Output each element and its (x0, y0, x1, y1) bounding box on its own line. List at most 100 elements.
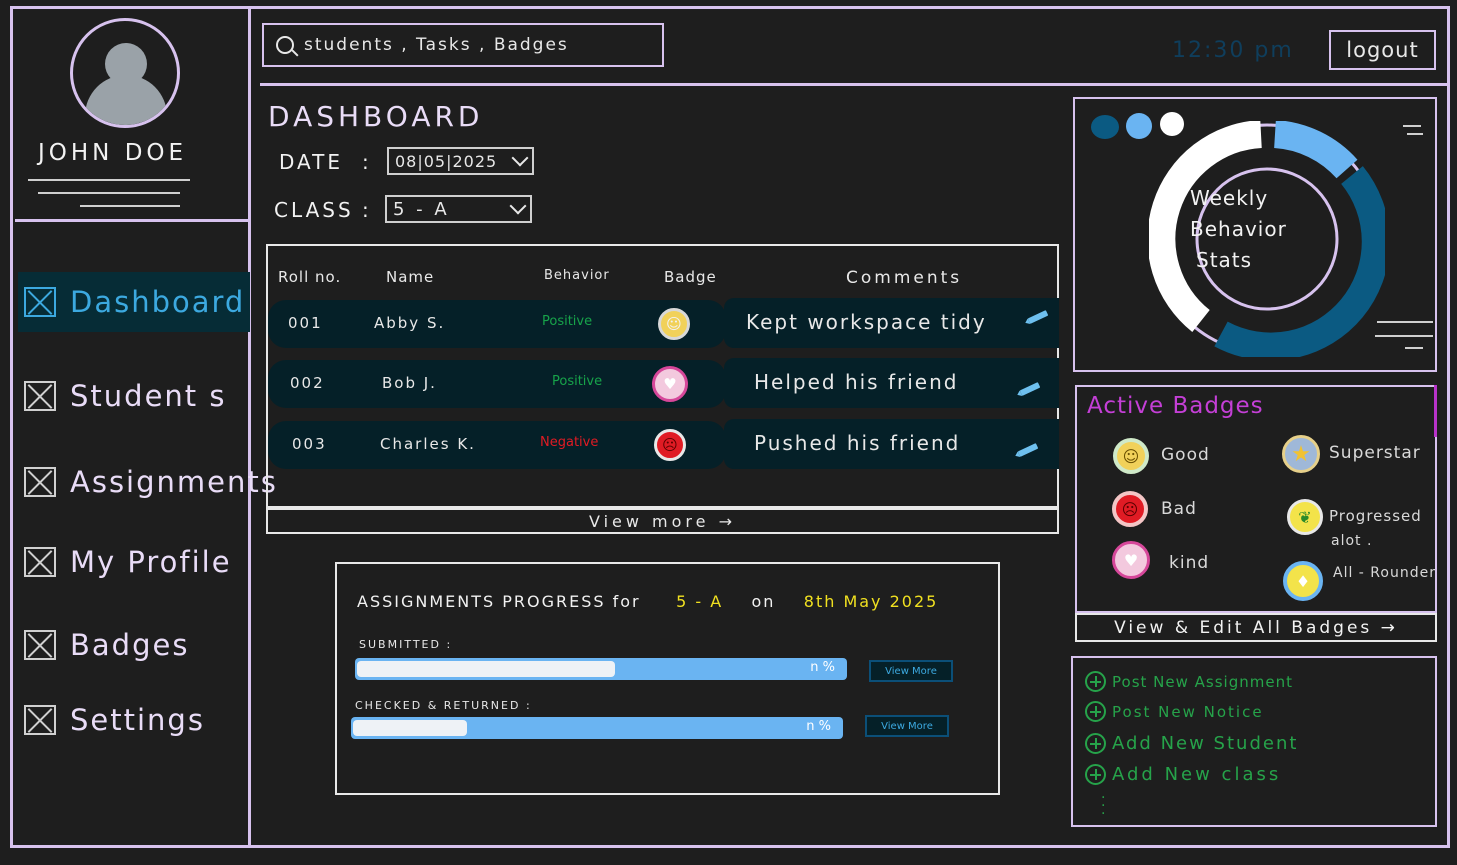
good-badge-icon: ☺ (658, 308, 690, 340)
sidebar-item-label: Badges (70, 628, 190, 662)
returned-percent: n % (806, 719, 831, 734)
more-dots-icon: · · · (1101, 790, 1106, 822)
roll-no: 003 (292, 435, 327, 453)
submitted-view-more-button[interactable]: View More (869, 660, 953, 682)
date-select[interactable]: 08|05|2025 (387, 147, 534, 175)
student-name: Bob J. (382, 374, 437, 392)
submitted-percent: n % (810, 660, 835, 675)
chevron-down-icon (511, 149, 529, 167)
badge-label-all-rounder: All - Rounder (1333, 565, 1436, 581)
logout-button[interactable]: logout (1329, 30, 1436, 70)
progress-title: ASSIGNMENTS PROGRESS for 5 - A on 8th Ma… (357, 592, 938, 611)
user-name: JOHN DOE (38, 140, 188, 166)
kind-badge-icon: ♥ (652, 366, 688, 402)
legend-dot-icon (1091, 115, 1119, 139)
column-header-name: Name (386, 268, 435, 286)
checked-returned-label: CHECKED & RETURNED : (355, 699, 532, 712)
class-colon: : (362, 198, 372, 222)
bad-badge-icon: ☹ (654, 429, 686, 461)
column-header-comments: Comments (846, 268, 963, 288)
page-title: DASHBOARD (268, 100, 484, 133)
behavior-value: Negative (540, 435, 599, 450)
sidebar-item-label: Dashboard (70, 285, 246, 319)
bad-badge-icon[interactable]: ☹ (1112, 491, 1148, 527)
menu-icon[interactable] (1403, 125, 1421, 127)
sidebar-item-assignments[interactable]: Assignments (18, 452, 276, 512)
quick-actions-panel: Post New Assignment Post New Notice Add … (1071, 656, 1437, 827)
column-header-badge: Badge (664, 268, 717, 286)
checkbox-x-icon (24, 705, 56, 735)
column-header-behavior: Behavior (544, 268, 610, 283)
checkbox-x-icon (24, 630, 56, 660)
view-more-button[interactable]: View more → (266, 508, 1059, 534)
sidebar-item-label: Settings (70, 703, 205, 737)
add-new-student-button[interactable]: Add New Student (1085, 733, 1298, 754)
badge-label-kind: kind (1169, 553, 1210, 573)
returned-view-more-button[interactable]: View More (865, 715, 949, 737)
sidebar-item-students[interactable]: Student s (18, 366, 250, 426)
returned-progress-bar: n % (351, 717, 843, 739)
comment-text: Pushed his friend (754, 431, 961, 455)
chevron-down-icon (509, 197, 527, 215)
table-row[interactable]: 003 Charles K. Negative ☹ Pushed his fri… (268, 419, 1059, 469)
good-badge-icon[interactable]: ☺ (1113, 438, 1149, 474)
sidebar-item-label: Assignments (70, 465, 278, 499)
sidebar-item-label: My Profile (70, 545, 232, 579)
avatar-body-icon (85, 75, 167, 125)
search-icon[interactable] (276, 36, 294, 54)
name-underline (80, 205, 180, 207)
sidebar-item-settings[interactable]: Settings (18, 690, 250, 750)
badge-label-superstar: Superstar (1329, 443, 1421, 463)
progress-title-prefix: ASSIGNMENTS PROGRESS for (357, 592, 641, 611)
checkbox-x-icon (24, 547, 56, 577)
action-label: Post New Assignment (1112, 672, 1293, 691)
comment-text: Kept workspace tidy (746, 310, 987, 334)
date-value: 08|05|2025 (395, 151, 498, 171)
checkbox-x-icon (24, 467, 56, 497)
avatar[interactable] (70, 18, 180, 128)
comment-text: Helped his friend (754, 370, 959, 394)
sidebar-item-dashboard[interactable]: Dashboard (18, 272, 250, 332)
superstar-badge-icon[interactable]: ★ (1282, 435, 1320, 473)
badge-label-progressed-line2: alot . (1331, 533, 1373, 549)
donut-center-label: Weekly Behavior Stats (1190, 186, 1287, 272)
student-table: Roll no. Name Behavior Badge Comments 00… (266, 244, 1059, 508)
class-select[interactable]: 5 - A (385, 195, 532, 223)
active-badges-panel: Active Badges ☺ Good ★ Superstar ☹ Bad ❦… (1075, 385, 1437, 613)
student-name: Abby S. (374, 314, 446, 332)
weekly-stats-panel: Weekly Behavior Stats (1073, 97, 1437, 372)
menu-icon[interactable] (1407, 133, 1423, 135)
badge-label-good: Good (1161, 445, 1210, 465)
table-row[interactable]: 001 Abby S. Positive ☺ Kept workspace ti… (268, 298, 1059, 348)
roll-no: 002 (290, 374, 325, 392)
sidebar-item-my-profile[interactable]: My Profile (18, 532, 250, 592)
search-input[interactable] (304, 35, 662, 55)
all-rounder-badge-icon[interactable]: ♦ (1283, 561, 1323, 601)
class-value: 5 - A (393, 198, 450, 220)
name-underline (28, 179, 190, 181)
topbar-divider (260, 83, 1448, 86)
class-label: CLASS (274, 198, 354, 222)
submitted-label: SUBMITTED : (359, 638, 453, 651)
progressed-badge-icon[interactable]: ❦ (1287, 499, 1323, 535)
progress-class: 5 - A (676, 592, 724, 611)
date-colon: : (362, 150, 372, 174)
table-row[interactable]: 002 Bob J. Positive ♥ Helped his friend (268, 358, 1059, 408)
column-header-roll: Roll no. (278, 268, 342, 286)
add-new-class-button[interactable]: Add New class (1085, 764, 1281, 785)
plus-circle-icon (1085, 701, 1106, 722)
view-edit-badges-button[interactable]: View & Edit All Badges → (1075, 613, 1437, 642)
progress-on: on (751, 592, 776, 611)
search-bar[interactable] (262, 23, 664, 67)
action-label: Post New Notice (1112, 702, 1264, 721)
post-new-assignment-button[interactable]: Post New Assignment (1085, 671, 1293, 692)
plus-circle-icon (1085, 671, 1106, 692)
sidebar-item-badges[interactable]: Badges (18, 615, 250, 675)
kind-badge-icon[interactable]: ♥ (1112, 541, 1150, 579)
action-label: Add New class (1112, 764, 1282, 785)
donut-segment-light-blue (1273, 121, 1358, 179)
action-label: Add New Student (1112, 733, 1299, 754)
post-new-notice-button[interactable]: Post New Notice (1085, 701, 1264, 722)
assignments-progress-panel: ASSIGNMENTS PROGRESS for 5 - A on 8th Ma… (335, 562, 1000, 795)
plus-circle-icon (1085, 733, 1106, 754)
